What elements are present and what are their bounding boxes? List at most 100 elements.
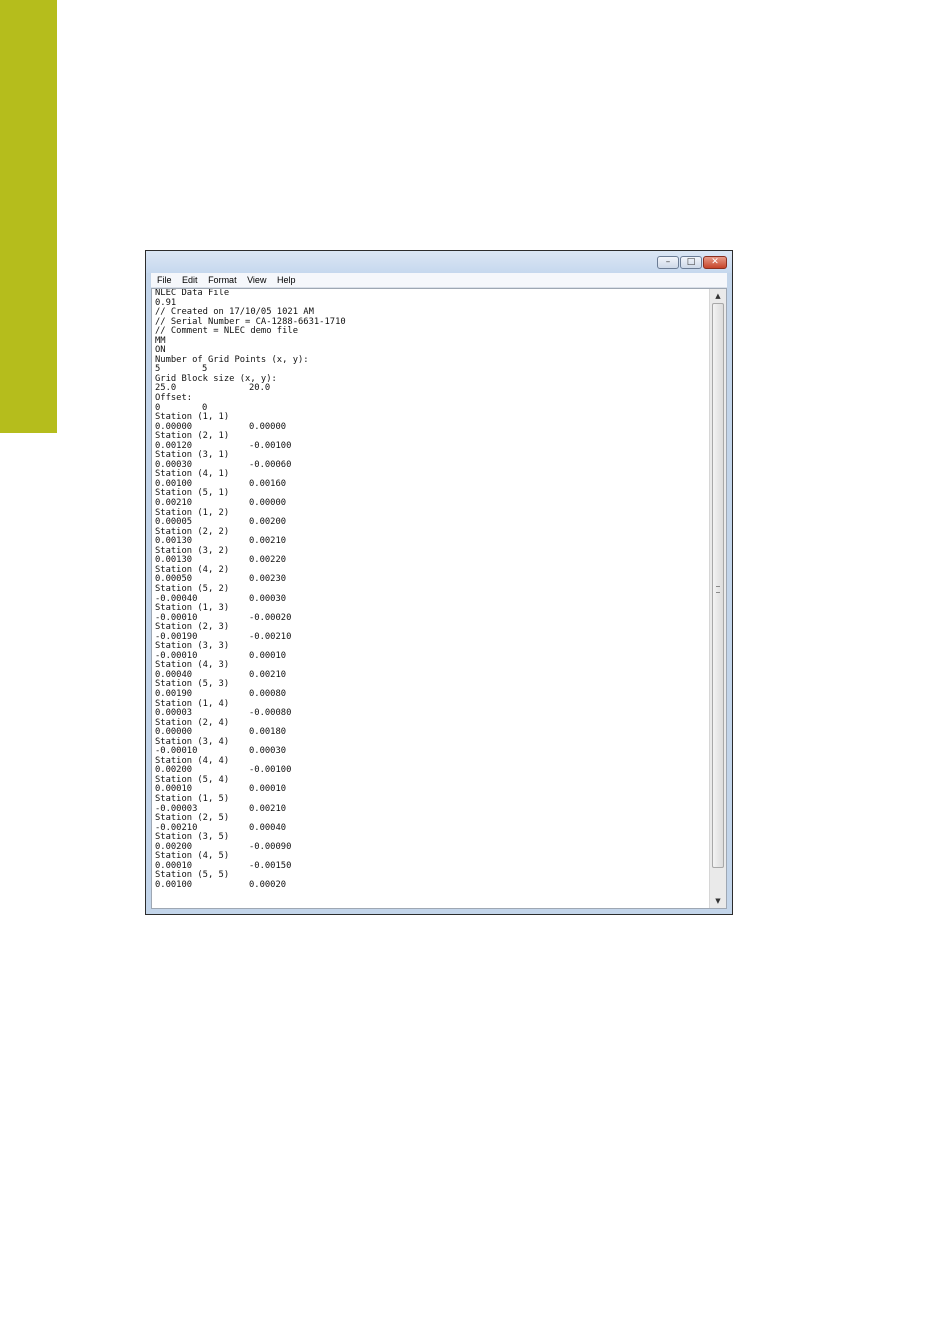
- station-values: 0.00120 -0.00100: [155, 440, 709, 452]
- station-label: Station (5, 5): [155, 870, 230, 881]
- station-y-value: 0.00030: [249, 593, 287, 604]
- station-label: Station (2, 5): [155, 813, 230, 824]
- station-label: Station (1, 5): [155, 793, 230, 804]
- station-values: 0.00010 0.00010: [155, 785, 709, 795]
- station-y-value: 0.00020: [249, 879, 287, 890]
- title-bar[interactable]: – □ ✕: [146, 251, 732, 273]
- scroll-down-icon[interactable]: ▼: [710, 894, 726, 908]
- station-label: Station (1, 3): [155, 603, 230, 614]
- text-editor[interactable]: NLEC Data File 0.91 // Created on 17/10/…: [152, 289, 709, 908]
- station-label: Station (3, 3): [155, 641, 230, 652]
- station-label: Station (3, 4): [155, 736, 230, 747]
- offset-label: Offset:: [155, 393, 193, 404]
- station-label: Station (3, 1): [155, 450, 230, 461]
- maximize-button[interactable]: □: [680, 256, 702, 269]
- scroll-thumb[interactable]: [712, 303, 724, 868]
- station-label: Station (3, 2): [155, 545, 230, 556]
- station-label: Station (4, 2): [155, 564, 230, 575]
- station-label: Station (1, 2): [155, 507, 230, 518]
- station-y-value: 0.00040: [249, 822, 287, 833]
- station-y-value: -0.00080: [249, 708, 292, 719]
- station-values: 0.00130 0.00210: [155, 536, 709, 547]
- station-values: -0.00040 0.00030: [155, 593, 709, 605]
- offset-values: 00: [155, 402, 709, 414]
- station-values: 0.00010 -0.00150: [155, 860, 709, 872]
- menu-file[interactable]: File: [151, 273, 176, 287]
- station-y-value: 0.00210: [249, 803, 287, 814]
- station-values: -0.00010 0.00010: [155, 650, 709, 662]
- station-values: 0.00200 -0.00100: [155, 766, 709, 776]
- station-y-value: 0.00180: [249, 727, 287, 738]
- station-values: 0.00100 0.00020: [155, 879, 709, 891]
- station-y-value: -0.00090: [249, 841, 292, 852]
- station-y-value: -0.00210: [249, 631, 292, 642]
- station-y-value: -0.00100: [249, 765, 292, 776]
- station-y-value: 0.00220: [249, 555, 287, 566]
- station-values: 0.00190 0.00080: [155, 688, 709, 700]
- menu-view[interactable]: View: [243, 273, 270, 287]
- header-line: Number of Grid Points (x, y):: [155, 354, 309, 365]
- vertical-scrollbar[interactable]: ▲ ▼: [709, 289, 726, 908]
- station-values: 0.00030 -0.00060: [155, 459, 709, 471]
- station-values: 0.00210 0.00000: [155, 498, 709, 509]
- station-label: Station (4, 4): [155, 755, 230, 766]
- station-values: 0.00000 0.00180: [155, 727, 709, 738]
- station-y-value: -0.00060: [249, 459, 292, 470]
- station-y-value: 0.00010: [249, 650, 287, 661]
- station-y-value: -0.00020: [249, 612, 292, 623]
- station-y-value: 0.00030: [249, 746, 287, 757]
- station-values: -0.00190 -0.00210: [155, 631, 709, 643]
- side-accent-bar: [0, 0, 57, 433]
- station-values: 0.00050 0.00230: [155, 575, 709, 585]
- editor-client-area: NLEC Data File 0.91 // Created on 17/10/…: [151, 288, 727, 909]
- station-y-value: 0.00010: [249, 784, 287, 795]
- notepad-window: – □ ✕ File Edit Format View Help NLEC Da…: [145, 250, 733, 915]
- station-values: 0.00200 -0.00090: [155, 841, 709, 853]
- station-y-value: 0.00210: [249, 536, 287, 547]
- station-values: 0.00000 0.00000: [155, 422, 709, 433]
- station-label: Station (4, 5): [155, 851, 230, 862]
- station-values: 0.00040 0.00210: [155, 669, 709, 681]
- station-y-value: 0.00000: [249, 498, 287, 509]
- station-label: Station (5, 4): [155, 774, 230, 785]
- grip-icon: [716, 585, 720, 593]
- scroll-up-icon[interactable]: ▲: [710, 289, 726, 303]
- station-y-value: 0.00160: [249, 478, 287, 489]
- header-line: MM: [155, 335, 166, 346]
- station-y-value: 0.00230: [249, 574, 287, 585]
- menu-format[interactable]: Format: [204, 273, 241, 287]
- station-label: Station (2, 2): [155, 526, 230, 537]
- minimize-button[interactable]: –: [657, 256, 679, 269]
- station-values: 0.00005 0.00200: [155, 517, 709, 528]
- station-label: Station (5, 3): [155, 679, 230, 690]
- station-x-value: 0.00100: [155, 879, 193, 890]
- station-y-value: 0.00210: [249, 669, 287, 680]
- station-values: -0.00003 0.00210: [155, 803, 709, 815]
- station-values: -0.00010 0.00030: [155, 746, 709, 757]
- station-label: Station (1, 4): [155, 698, 230, 709]
- station-values: 0.00003 -0.00080: [155, 708, 709, 719]
- station-label: Station (5, 1): [155, 488, 230, 499]
- menu-edit[interactable]: Edit: [178, 273, 202, 287]
- grid-points-y: 5: [202, 364, 208, 375]
- station-values: 0.00130 0.00220: [155, 556, 709, 566]
- menu-bar: File Edit Format View Help: [151, 273, 727, 288]
- menu-help[interactable]: Help: [273, 273, 300, 287]
- close-button[interactable]: ✕: [703, 256, 727, 269]
- station-y-value: -0.00150: [249, 860, 292, 871]
- station-y-value: 0.00200: [249, 517, 287, 528]
- station-label: Station (5, 2): [155, 583, 230, 594]
- window-controls: – □ ✕: [657, 256, 727, 269]
- station-label: Station (4, 3): [155, 660, 230, 671]
- station-label: Station (2, 1): [155, 431, 230, 442]
- station-values: -0.00010 -0.00020: [155, 612, 709, 624]
- grid-block-y: 20.0: [249, 383, 271, 394]
- station-label: Station (3, 5): [155, 832, 230, 843]
- station-y-value: -0.00100: [249, 440, 292, 451]
- offset-y: 0: [202, 402, 208, 413]
- station-label: Station (1, 1): [155, 412, 230, 423]
- station-list: Station (1, 1) 0.00000 0.00000 Station (2, …: [155, 413, 709, 890]
- grid-block-label: Grid Block size (x, y):: [155, 373, 277, 384]
- station-y-value: 0.00080: [249, 688, 287, 699]
- station-label: Station (2, 3): [155, 622, 230, 633]
